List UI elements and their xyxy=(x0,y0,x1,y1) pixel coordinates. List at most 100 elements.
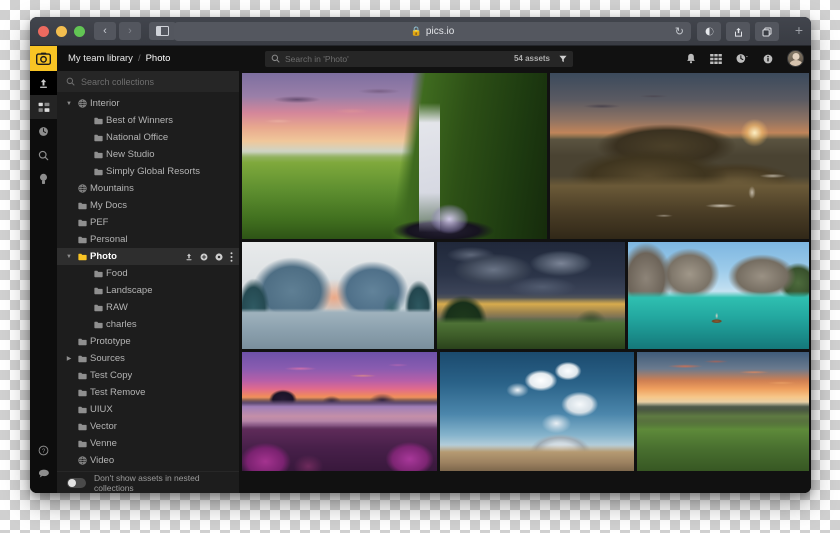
tree-item-prototype[interactable]: Prototype xyxy=(57,333,239,350)
picsio-camera-icon xyxy=(36,52,51,65)
asset-sunset-hills-road[interactable] xyxy=(550,73,809,239)
rail-search[interactable] xyxy=(30,143,57,167)
tree-item-test-copy[interactable]: Test Copy xyxy=(57,367,239,384)
tree-item-best-of-winners[interactable]: Best of Winners xyxy=(57,112,239,129)
minimize-window-button[interactable] xyxy=(56,26,67,37)
rail-upload[interactable] xyxy=(30,71,57,95)
asset-rolling-green-hills[interactable] xyxy=(637,352,809,471)
chevron-right-icon: › xyxy=(128,26,132,37)
grid-view-icon xyxy=(710,54,722,64)
globe-icon xyxy=(75,456,90,465)
tabs-button[interactable] xyxy=(755,22,779,41)
tree-item-photo[interactable]: ▼Photo xyxy=(57,248,239,265)
user-avatar[interactable] xyxy=(787,50,804,67)
tree-item-label: Test Remove xyxy=(90,387,145,398)
rail-support[interactable] xyxy=(30,462,57,486)
notifications-bell-button[interactable] xyxy=(686,53,696,64)
folder-icon xyxy=(91,270,106,278)
folder-icon xyxy=(91,287,106,295)
tree-item-simply-global-resorts[interactable]: Simply Global Resorts xyxy=(57,163,239,180)
collection-menu-button[interactable] xyxy=(230,252,233,262)
tree-item-label: Interior xyxy=(90,98,120,109)
asset-turquoise-lake-boat[interactable] xyxy=(628,242,809,349)
picsio-logo[interactable] xyxy=(30,46,57,71)
asset-lavender-lake-sunset[interactable] xyxy=(242,352,437,471)
funnel-icon xyxy=(559,55,567,63)
nested-assets-toggle-row[interactable]: Don't show assets in nested collections xyxy=(57,471,239,493)
new-tab-button[interactable]: + xyxy=(795,23,803,37)
asset-gallery-grid xyxy=(239,71,811,493)
tree-item-video[interactable]: Video xyxy=(57,452,239,469)
info-button[interactable] xyxy=(763,54,773,64)
tree-item-uiux[interactable]: UIUX xyxy=(57,401,239,418)
folder-icon xyxy=(91,151,106,159)
tree-item-test-remove[interactable]: Test Remove xyxy=(57,384,239,401)
url-text: pics.io xyxy=(426,26,454,37)
downloads-button[interactable] xyxy=(697,22,721,41)
reload-icon[interactable]: ↻ xyxy=(675,25,684,38)
funnel-icon[interactable] xyxy=(559,55,567,63)
tree-item-raw[interactable]: RAW xyxy=(57,299,239,316)
tree-item-sources[interactable]: ▶ Sources xyxy=(57,350,239,367)
breadcrumb-root[interactable]: My team library xyxy=(68,53,133,64)
rail-help[interactable]: ? xyxy=(30,438,57,462)
share-button[interactable] xyxy=(726,22,750,41)
folder-icon xyxy=(91,117,106,125)
asset-waterfall-iceland[interactable] xyxy=(242,73,547,239)
tree-item-charles[interactable]: charles xyxy=(57,316,239,333)
folder-icon xyxy=(75,219,90,227)
chevron-right-icon[interactable]: ▶ xyxy=(63,355,75,362)
asset-storm-clouds-field[interactable] xyxy=(437,242,624,349)
tree-item-label: Sources xyxy=(90,353,125,364)
asset-snowy-volcano-clouds[interactable] xyxy=(440,352,633,471)
folder-icon xyxy=(75,202,90,210)
tree-item-food[interactable]: Food xyxy=(57,265,239,282)
collections-sidebar: My team library / Photo Search collectio… xyxy=(57,46,239,493)
main-content: Search in 'Photo' 54 assets xyxy=(239,46,811,493)
browser-sidebar-toggle-button[interactable] xyxy=(149,22,176,40)
chat-bubble-icon xyxy=(38,469,50,479)
gallery-row xyxy=(242,242,809,349)
share-collection-button[interactable] xyxy=(215,253,223,261)
asset-search-input[interactable]: Search in 'Photo' 54 assets xyxy=(265,51,573,67)
tree-item-new-studio[interactable]: New Studio xyxy=(57,146,239,163)
collections-search-input[interactable]: Search collections xyxy=(57,71,239,92)
tree-item-pef[interactable]: PEF xyxy=(57,214,239,231)
tree-item-mountains[interactable]: Mountains xyxy=(57,180,239,197)
clock-dropdown-icon xyxy=(736,53,749,64)
upload-icon xyxy=(38,78,49,89)
svg-text:?: ? xyxy=(42,448,46,454)
tree-item-my-docs[interactable]: My Docs xyxy=(57,197,239,214)
rail-recent[interactable] xyxy=(30,119,57,143)
browser-nav-buttons: ‹ › xyxy=(94,22,141,40)
add-collection-button[interactable] xyxy=(200,253,208,261)
view-grid-button[interactable] xyxy=(710,54,722,64)
chevron-down-icon[interactable]: ▼ xyxy=(63,101,75,107)
breadcrumb-current[interactable]: Photo xyxy=(146,53,171,64)
rail-collections[interactable] xyxy=(30,95,57,119)
tree-item-national-office[interactable]: National Office xyxy=(57,129,239,146)
collections-search-placeholder: Search collections xyxy=(81,77,154,87)
upload-to-collection-button[interactable] xyxy=(185,253,193,261)
tree-item-interior[interactable]: ▼ Interior xyxy=(57,95,239,112)
question-circle-icon: ? xyxy=(38,445,49,456)
nested-assets-switch[interactable] xyxy=(67,478,86,488)
asset-search-placeholder: Search in 'Photo' xyxy=(285,54,349,64)
recent-activity-button[interactable] xyxy=(736,53,749,64)
tree-item-venne[interactable]: Venne xyxy=(57,435,239,452)
asset-yosemite-valley[interactable] xyxy=(242,242,434,349)
rail-keywords[interactable] xyxy=(30,167,57,191)
tree-item-label: charles xyxy=(106,319,137,330)
bell-icon xyxy=(686,53,696,64)
tree-item-vector[interactable]: Vector xyxy=(57,418,239,435)
maximize-window-button[interactable] xyxy=(74,26,85,37)
chevron-down-icon[interactable]: ▼ xyxy=(63,254,75,260)
tree-item-landscape[interactable]: Landscape xyxy=(57,282,239,299)
back-button[interactable]: ‹ xyxy=(94,22,116,40)
tree-item-personal[interactable]: Personal xyxy=(57,231,239,248)
folder-icon xyxy=(91,168,106,176)
search-icon xyxy=(38,150,49,161)
address-bar[interactable]: 🔒 pics.io ↻ xyxy=(174,22,691,41)
forward-button[interactable]: › xyxy=(119,22,141,40)
close-window-button[interactable] xyxy=(38,26,49,37)
